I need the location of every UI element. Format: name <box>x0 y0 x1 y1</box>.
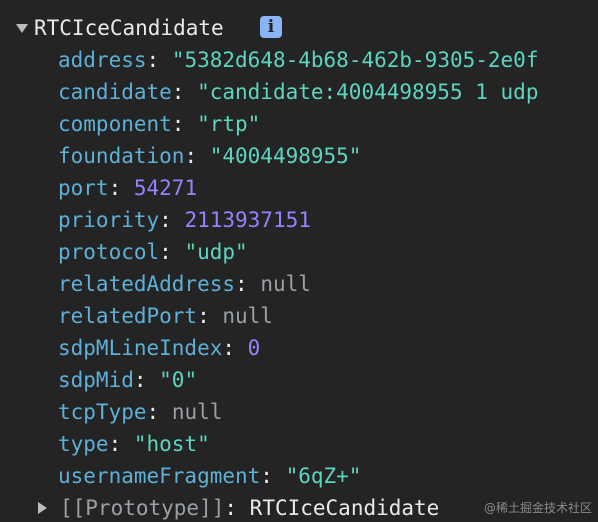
property-key: relatedPort <box>58 304 198 328</box>
property-value: "0" <box>159 368 198 392</box>
property-colon: : <box>108 432 134 456</box>
property-colon: : <box>146 400 172 424</box>
property-colon: : <box>108 176 134 200</box>
property-colon: : <box>222 336 248 360</box>
property-row-address[interactable]: address: "5382d648-4b68-462b-9305-2e0f <box>58 44 598 76</box>
property-value: "5382d648-4b68-462b-9305-2e0f <box>171 48 539 72</box>
property-row-sdpMLineIndex[interactable]: sdpMLineIndex: 0 <box>58 332 598 364</box>
property-key: sdpMLineIndex <box>58 336 223 360</box>
property-key: priority <box>58 208 160 232</box>
property-row-foundation[interactable]: foundation: "4004498955" <box>58 140 598 172</box>
property-colon: : <box>159 240 185 264</box>
info-icon[interactable]: i <box>260 16 282 38</box>
property-row-sdpMid[interactable]: sdpMid: "0" <box>58 364 598 396</box>
property-key: candidate <box>58 80 172 104</box>
property-value: null <box>222 304 273 328</box>
property-colon: : <box>159 208 185 232</box>
property-row-component[interactable]: component: "rtp" <box>58 108 598 140</box>
property-value: "rtp" <box>197 112 261 136</box>
property-colon: : <box>260 464 286 488</box>
watermark: @稀土掘金技术社区 <box>483 501 592 515</box>
property-value: "6qZ+" <box>285 464 362 488</box>
property-row-type[interactable]: type: "host" <box>58 428 598 460</box>
property-value: 0 <box>247 336 261 360</box>
property-value: "candidate:4004498955 1 udp <box>197 80 539 104</box>
property-row-relatedPort[interactable]: relatedPort: null <box>58 300 598 332</box>
property-key: relatedAddress <box>58 272 236 296</box>
property-row-tcpType[interactable]: tcpType: null <box>58 396 598 428</box>
property-value: "host" <box>133 432 210 456</box>
object-class-name: RTCIceCandidate <box>34 16 224 40</box>
property-value: "4004498955" <box>209 144 362 168</box>
property-key: type <box>58 432 109 456</box>
expand-triangle-icon[interactable] <box>16 24 28 33</box>
property-colon: : <box>146 48 172 72</box>
property-value: 54271 <box>133 176 198 200</box>
property-key: protocol <box>58 240 160 264</box>
property-colon: : <box>184 144 210 168</box>
property-row-usernameFragment[interactable]: usernameFragment: "6qZ+" <box>58 460 598 492</box>
property-colon: : <box>235 272 261 296</box>
property-key: foundation <box>58 144 185 168</box>
prototype-key: [[Prototype]] <box>60 496 225 520</box>
property-row-port[interactable]: port: 54271 <box>58 172 598 204</box>
property-value: null <box>260 272 311 296</box>
property-colon: : <box>171 112 198 136</box>
property-value: "udp" <box>184 240 248 264</box>
property-colon: : <box>171 80 198 104</box>
property-value: 2113937151 <box>184 208 311 232</box>
property-row-priority[interactable]: priority: 2113937151 <box>58 204 598 236</box>
property-key: component <box>58 112 172 136</box>
property-key: port <box>58 176 109 200</box>
prototype-value: RTCIceCandidate <box>249 496 440 520</box>
property-key: sdpMid <box>58 368 134 392</box>
property-value: null <box>171 400 223 424</box>
property-row-candidate[interactable]: candidate: "candidate:4004498955 1 udp <box>58 76 598 108</box>
property-colon: : <box>133 368 160 392</box>
property-colon: : <box>197 304 223 328</box>
property-row-relatedAddress[interactable]: relatedAddress: null <box>58 268 598 300</box>
property-row-protocol[interactable]: protocol: "udp" <box>58 236 598 268</box>
property-key: tcpType <box>58 400 147 424</box>
property-key: usernameFragment <box>58 464 261 488</box>
collapse-triangle-icon[interactable] <box>38 502 47 514</box>
property-key: address <box>58 48 147 72</box>
object-header[interactable]: RTCIceCandidate i <box>0 12 598 44</box>
